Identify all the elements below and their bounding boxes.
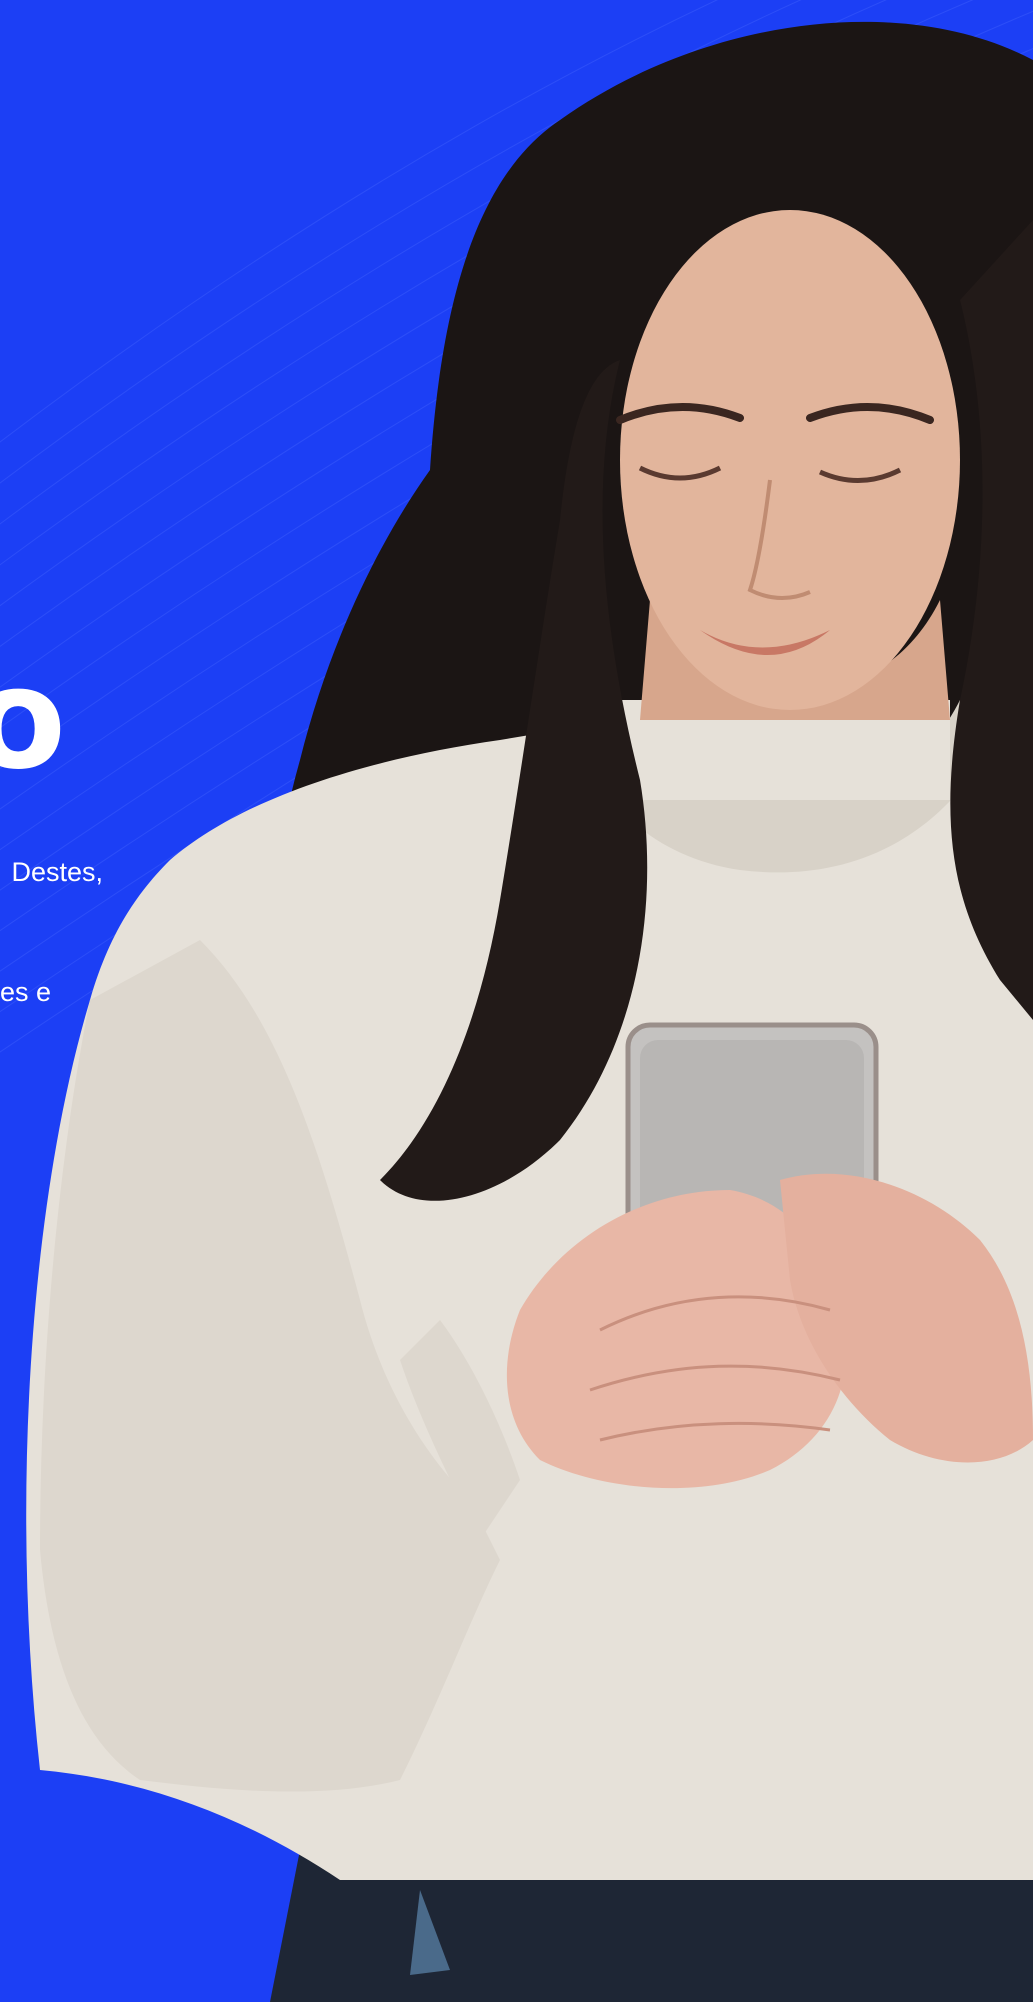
woman-with-phone-photo — [26, 21, 1033, 2002]
hero-section: o Destes, es e — [0, 0, 1033, 2002]
